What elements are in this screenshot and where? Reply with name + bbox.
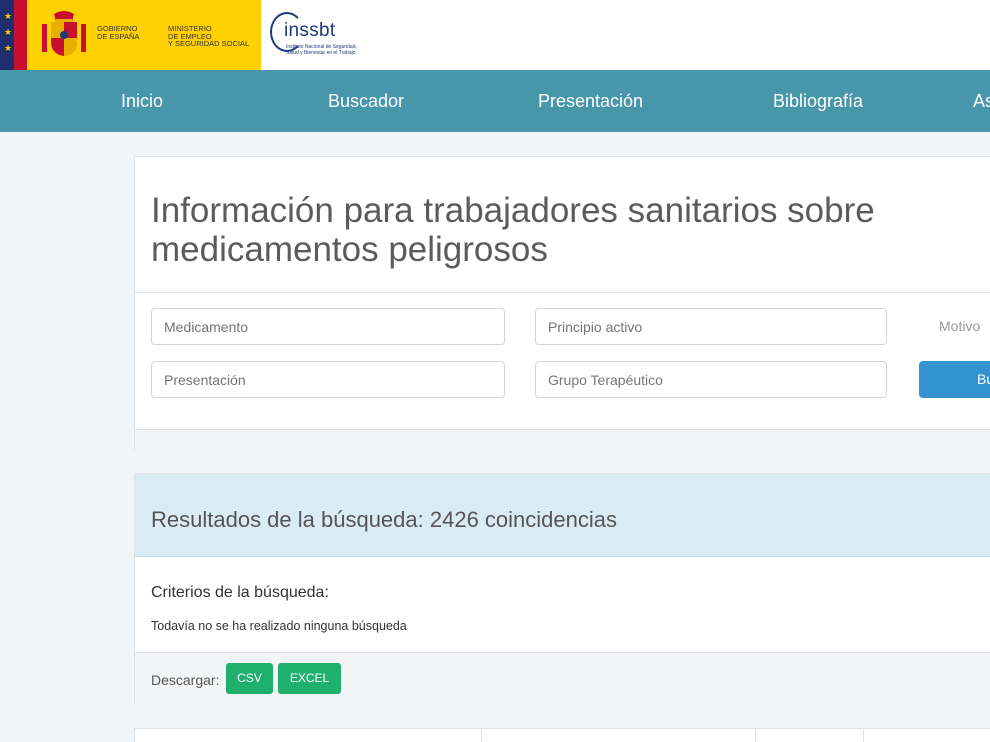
coat-of-arms-icon xyxy=(42,11,86,56)
download-label: Descargar: xyxy=(151,672,220,688)
presentacion-input[interactable] xyxy=(151,361,505,398)
flag-stripe xyxy=(14,0,27,70)
results-table xyxy=(134,728,990,742)
motivo-label[interactable]: Motivo xyxy=(939,308,980,345)
table-column-divider xyxy=(481,729,482,742)
results-panel: Resultados de la búsqueda: 2426 coincide… xyxy=(134,473,990,706)
page-title: Información para trabajadores sanitarios… xyxy=(151,191,875,269)
download-bar: Descargar: CSV EXCEL xyxy=(135,652,990,706)
search-panel: Información para trabajadores sanitarios… xyxy=(134,156,990,451)
grupo-terapeutico-input[interactable] xyxy=(535,361,887,398)
divider xyxy=(135,292,990,293)
site-header: ★ ★ ★ GOBIERNO DE ESPAÑA MINISTERIO DE E… xyxy=(0,0,990,70)
nav-item-bibliografia[interactable]: Bibliografía xyxy=(773,70,863,132)
inssbt-name: inssbt xyxy=(284,20,336,41)
buscar-button[interactable]: Buscar xyxy=(919,361,990,398)
nav-item-buscador[interactable]: Buscador xyxy=(328,70,404,132)
nav-item-as[interactable]: As xyxy=(973,70,990,132)
principio-activo-input[interactable] xyxy=(535,308,887,345)
ministerio-text: MINISTERIO DE EMPLEO Y SEGURIDAD SOCIAL xyxy=(168,24,250,48)
excel-button[interactable]: EXCEL xyxy=(278,663,341,694)
buscar-button-label: Buscar xyxy=(977,371,990,387)
csv-button[interactable]: CSV xyxy=(226,663,273,694)
table-column-divider xyxy=(755,729,756,742)
table-column-divider xyxy=(863,729,864,742)
medicamento-input[interactable] xyxy=(151,308,505,345)
results-header: Resultados de la búsqueda: 2426 coincide… xyxy=(135,474,990,557)
gobierno-text: GOBIERNO DE ESPAÑA xyxy=(97,24,140,41)
criteria-title: Criterios de la búsqueda: xyxy=(151,584,329,601)
search-panel-footer xyxy=(135,429,990,451)
nav-item-inicio[interactable]: Inicio xyxy=(121,70,163,132)
nav-item-presentacion[interactable]: Presentación xyxy=(538,70,643,132)
gobierno-logo[interactable]: GOBIERNO DE ESPAÑA MINISTERIO DE EMPLEO … xyxy=(27,0,261,70)
inssbt-logo[interactable]: inssbt Instituto Nacional de Seguridad, … xyxy=(270,10,390,64)
main-nav: Inicio Buscador Presentación Bibliografí… xyxy=(0,70,990,132)
results-title: Resultados de la búsqueda: 2426 coincide… xyxy=(151,507,617,532)
criteria-text: Todavía no se ha realizado ninguna búsqu… xyxy=(151,619,407,633)
inssbt-subtitle: Instituto Nacional de Seguridad, Salud y… xyxy=(286,44,357,56)
